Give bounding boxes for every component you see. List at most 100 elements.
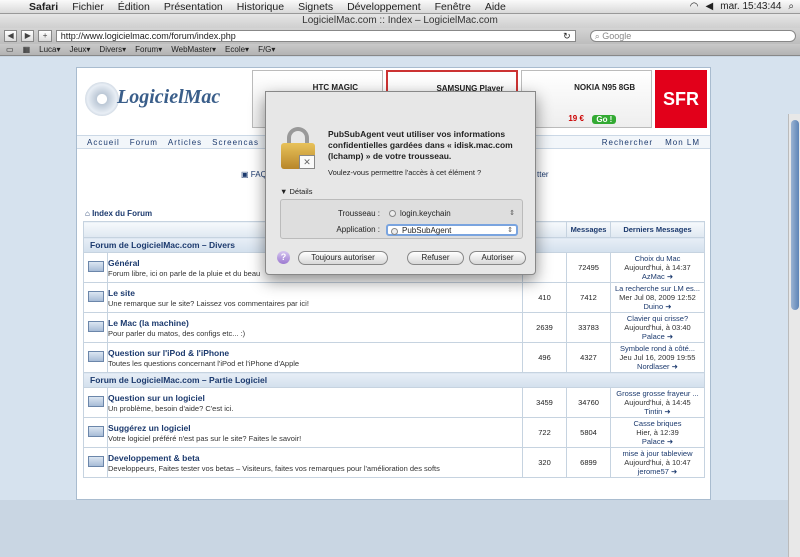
- book-icon[interactable]: ▭: [6, 45, 14, 54]
- last-title[interactable]: La recherche sur LM es...: [611, 284, 704, 293]
- folder-icon: [87, 261, 104, 272]
- table-row: Question sur l'iPod & l'iPhone Toutes les…: [83, 342, 705, 373]
- bookmark-luca[interactable]: Luca▾: [39, 45, 60, 54]
- last-user[interactable]: AzMac ➜: [611, 272, 704, 281]
- table-row: Le Mac (la machine) Pour parler du matos,…: [83, 312, 705, 343]
- nav-accueil[interactable]: Accueil: [87, 138, 120, 147]
- forum-name[interactable]: Suggérez un logiciel: [108, 423, 522, 433]
- menu-develop[interactable]: Développement: [340, 1, 428, 13]
- last-title[interactable]: Grosse grosse frayeur ...: [611, 389, 704, 398]
- last-title[interactable]: Casse briques: [611, 419, 704, 428]
- menu-view[interactable]: Présentation: [157, 1, 230, 13]
- nav-mon-lm[interactable]: Mon LM: [665, 138, 700, 147]
- deny-button[interactable]: Refuser: [407, 251, 464, 265]
- forum-name[interactable]: Question sur l'iPod & l'iPhone: [108, 348, 522, 358]
- nav-search[interactable]: Rechercher: [602, 138, 653, 147]
- nav-forum[interactable]: Forum: [130, 138, 158, 147]
- forum-name[interactable]: Developpement & beta: [108, 453, 522, 463]
- updown-icon: ⇕: [507, 227, 513, 234]
- faq-link[interactable]: ▣ FAQ: [241, 170, 267, 179]
- register-link[interactable]: tter: [537, 170, 549, 179]
- last-title[interactable]: mise à jour tableview: [611, 449, 704, 458]
- url-text: http://www.logicielmac.com/forum/index.p…: [60, 31, 236, 41]
- forum-name[interactable]: Le Mac (la machine): [108, 318, 522, 328]
- lock-icon: ✕: [281, 127, 315, 169]
- menu-help[interactable]: Aide: [478, 1, 513, 13]
- last-user[interactable]: Duino ➜: [611, 302, 704, 311]
- details-toggle[interactable]: ▼ Détails: [280, 187, 312, 196]
- last-user[interactable]: jerome57 ➜: [611, 467, 704, 476]
- bookmarks-bar: ▭ ▦ Luca▾ Jeux▾ Divers▾ Forum▾ WebMaster…: [0, 44, 800, 56]
- last-title[interactable]: Symbole rond à côté...: [611, 344, 704, 353]
- posts-count: 72495: [566, 252, 611, 283]
- add-bookmark-button[interactable]: +: [38, 30, 52, 42]
- spotlight-icon[interactable]: ⌕: [788, 1, 794, 12]
- last-user[interactable]: Nordlaser ➜: [611, 362, 704, 371]
- clock[interactable]: mar. 15:43:44: [720, 1, 781, 12]
- topics-count: 496: [522, 342, 567, 373]
- bookmark-fg[interactable]: F/G▾: [258, 45, 275, 54]
- last-user[interactable]: Palace ➜: [611, 332, 704, 341]
- reload-icon[interactable]: ↻: [563, 31, 571, 41]
- folder-icon: [87, 396, 104, 407]
- last-user[interactable]: Tintin ➜: [611, 407, 704, 416]
- application-select[interactable]: PubSubAgent ⇕: [386, 224, 518, 236]
- grid-icon[interactable]: ▦: [23, 45, 31, 54]
- bookmark-ecole[interactable]: Ecole▾: [225, 45, 249, 54]
- menu-bookmarks[interactable]: Signets: [291, 1, 340, 13]
- posts-count: 4327: [566, 342, 611, 373]
- keychain-dialog: ✕ PubSubAgent veut utiliser vos informat…: [265, 91, 536, 275]
- last-title[interactable]: Choix du Mac: [611, 254, 704, 263]
- bookmark-divers[interactable]: Divers▾: [99, 45, 126, 54]
- forum-desc: Developpeurs, Faites tester vos betas – …: [108, 463, 440, 473]
- window-title: LogicielMac.com :: Index – LogicielMac.c…: [0, 14, 800, 28]
- last-date: Aujourd'hui, à 14:45: [624, 398, 691, 407]
- posts-count: 5804: [566, 417, 611, 448]
- dialog-message: PubSubAgent veut utiliser vos informatio…: [328, 129, 513, 161]
- menu-edit[interactable]: Édition: [111, 1, 157, 13]
- scrollbar[interactable]: [788, 114, 800, 557]
- back-button[interactable]: ◀: [4, 30, 18, 42]
- keychain-select[interactable]: login.keychain ⇕: [386, 208, 518, 220]
- menu-file[interactable]: Fichier: [65, 1, 111, 13]
- ad-go-button[interactable]: Go !: [592, 115, 617, 124]
- bookmark-jeux[interactable]: Jeux▾: [70, 45, 91, 54]
- forum-desc: Pour parler du matos, des configs etc...…: [108, 328, 246, 338]
- bookmark-forum[interactable]: Forum▾: [135, 45, 162, 54]
- browser-toolbar: ◀ ▶ + http://www.logicielmac.com/forum/i…: [0, 28, 800, 44]
- wifi-icon[interactable]: ◠: [690, 1, 699, 12]
- help-button[interactable]: ?: [277, 251, 290, 264]
- application-value: PubSubAgent: [402, 226, 452, 235]
- menu-history[interactable]: Historique: [230, 1, 291, 13]
- ad-nokia[interactable]: NOKIA N95 8GB 19 € Go !: [521, 70, 653, 128]
- keychain-value: login.keychain: [400, 209, 451, 218]
- forward-button[interactable]: ▶: [21, 30, 35, 42]
- keychain-row: Trousseau : login.keychain ⇕: [281, 207, 524, 221]
- url-input[interactable]: http://www.logicielmac.com/forum/index.p…: [55, 30, 576, 42]
- folder-icon: [87, 321, 104, 332]
- site-logo[interactable]: LogicielMac: [85, 80, 235, 120]
- last-date: Jeu Jul 16, 2009 19:55: [619, 353, 696, 362]
- folder-icon: [87, 426, 104, 437]
- category-title[interactable]: Forum de LogicielMac.com – Partie Logici…: [83, 372, 705, 388]
- forum-desc: Un problème, besoin d'aide? C'est ici.: [108, 403, 234, 413]
- search-input[interactable]: ⌕ Google: [589, 30, 796, 42]
- application-row: Application : PubSubAgent ⇕: [281, 223, 524, 237]
- menu-app[interactable]: Safari: [22, 1, 65, 13]
- nav-articles[interactable]: Articles: [168, 138, 202, 147]
- always-allow-button[interactable]: Toujours autoriser: [298, 251, 388, 265]
- allow-button[interactable]: Autoriser: [469, 251, 526, 265]
- last-user[interactable]: Palace ➜: [611, 437, 704, 446]
- menu-window[interactable]: Fenêtre: [428, 1, 478, 13]
- breadcrumb[interactable]: ⌂ Index du Forum: [85, 209, 152, 218]
- volume-icon[interactable]: ◀: [706, 1, 714, 12]
- menu-bar: Safari Fichier Édition Présentation Hist…: [0, 0, 800, 14]
- scrollbar-thumb[interactable]: [791, 120, 799, 310]
- bookmark-webmaster[interactable]: WebMaster▾: [171, 45, 216, 54]
- forum-name[interactable]: Le site: [108, 288, 522, 298]
- nav-screencasts[interactable]: Screencas: [212, 138, 259, 147]
- last-title[interactable]: Clavier qui crisse?: [611, 314, 704, 323]
- sfr-logo[interactable]: SFR: [655, 70, 708, 128]
- forum-name[interactable]: Question sur un logiciel: [108, 393, 522, 403]
- details-label: Détails: [289, 187, 313, 196]
